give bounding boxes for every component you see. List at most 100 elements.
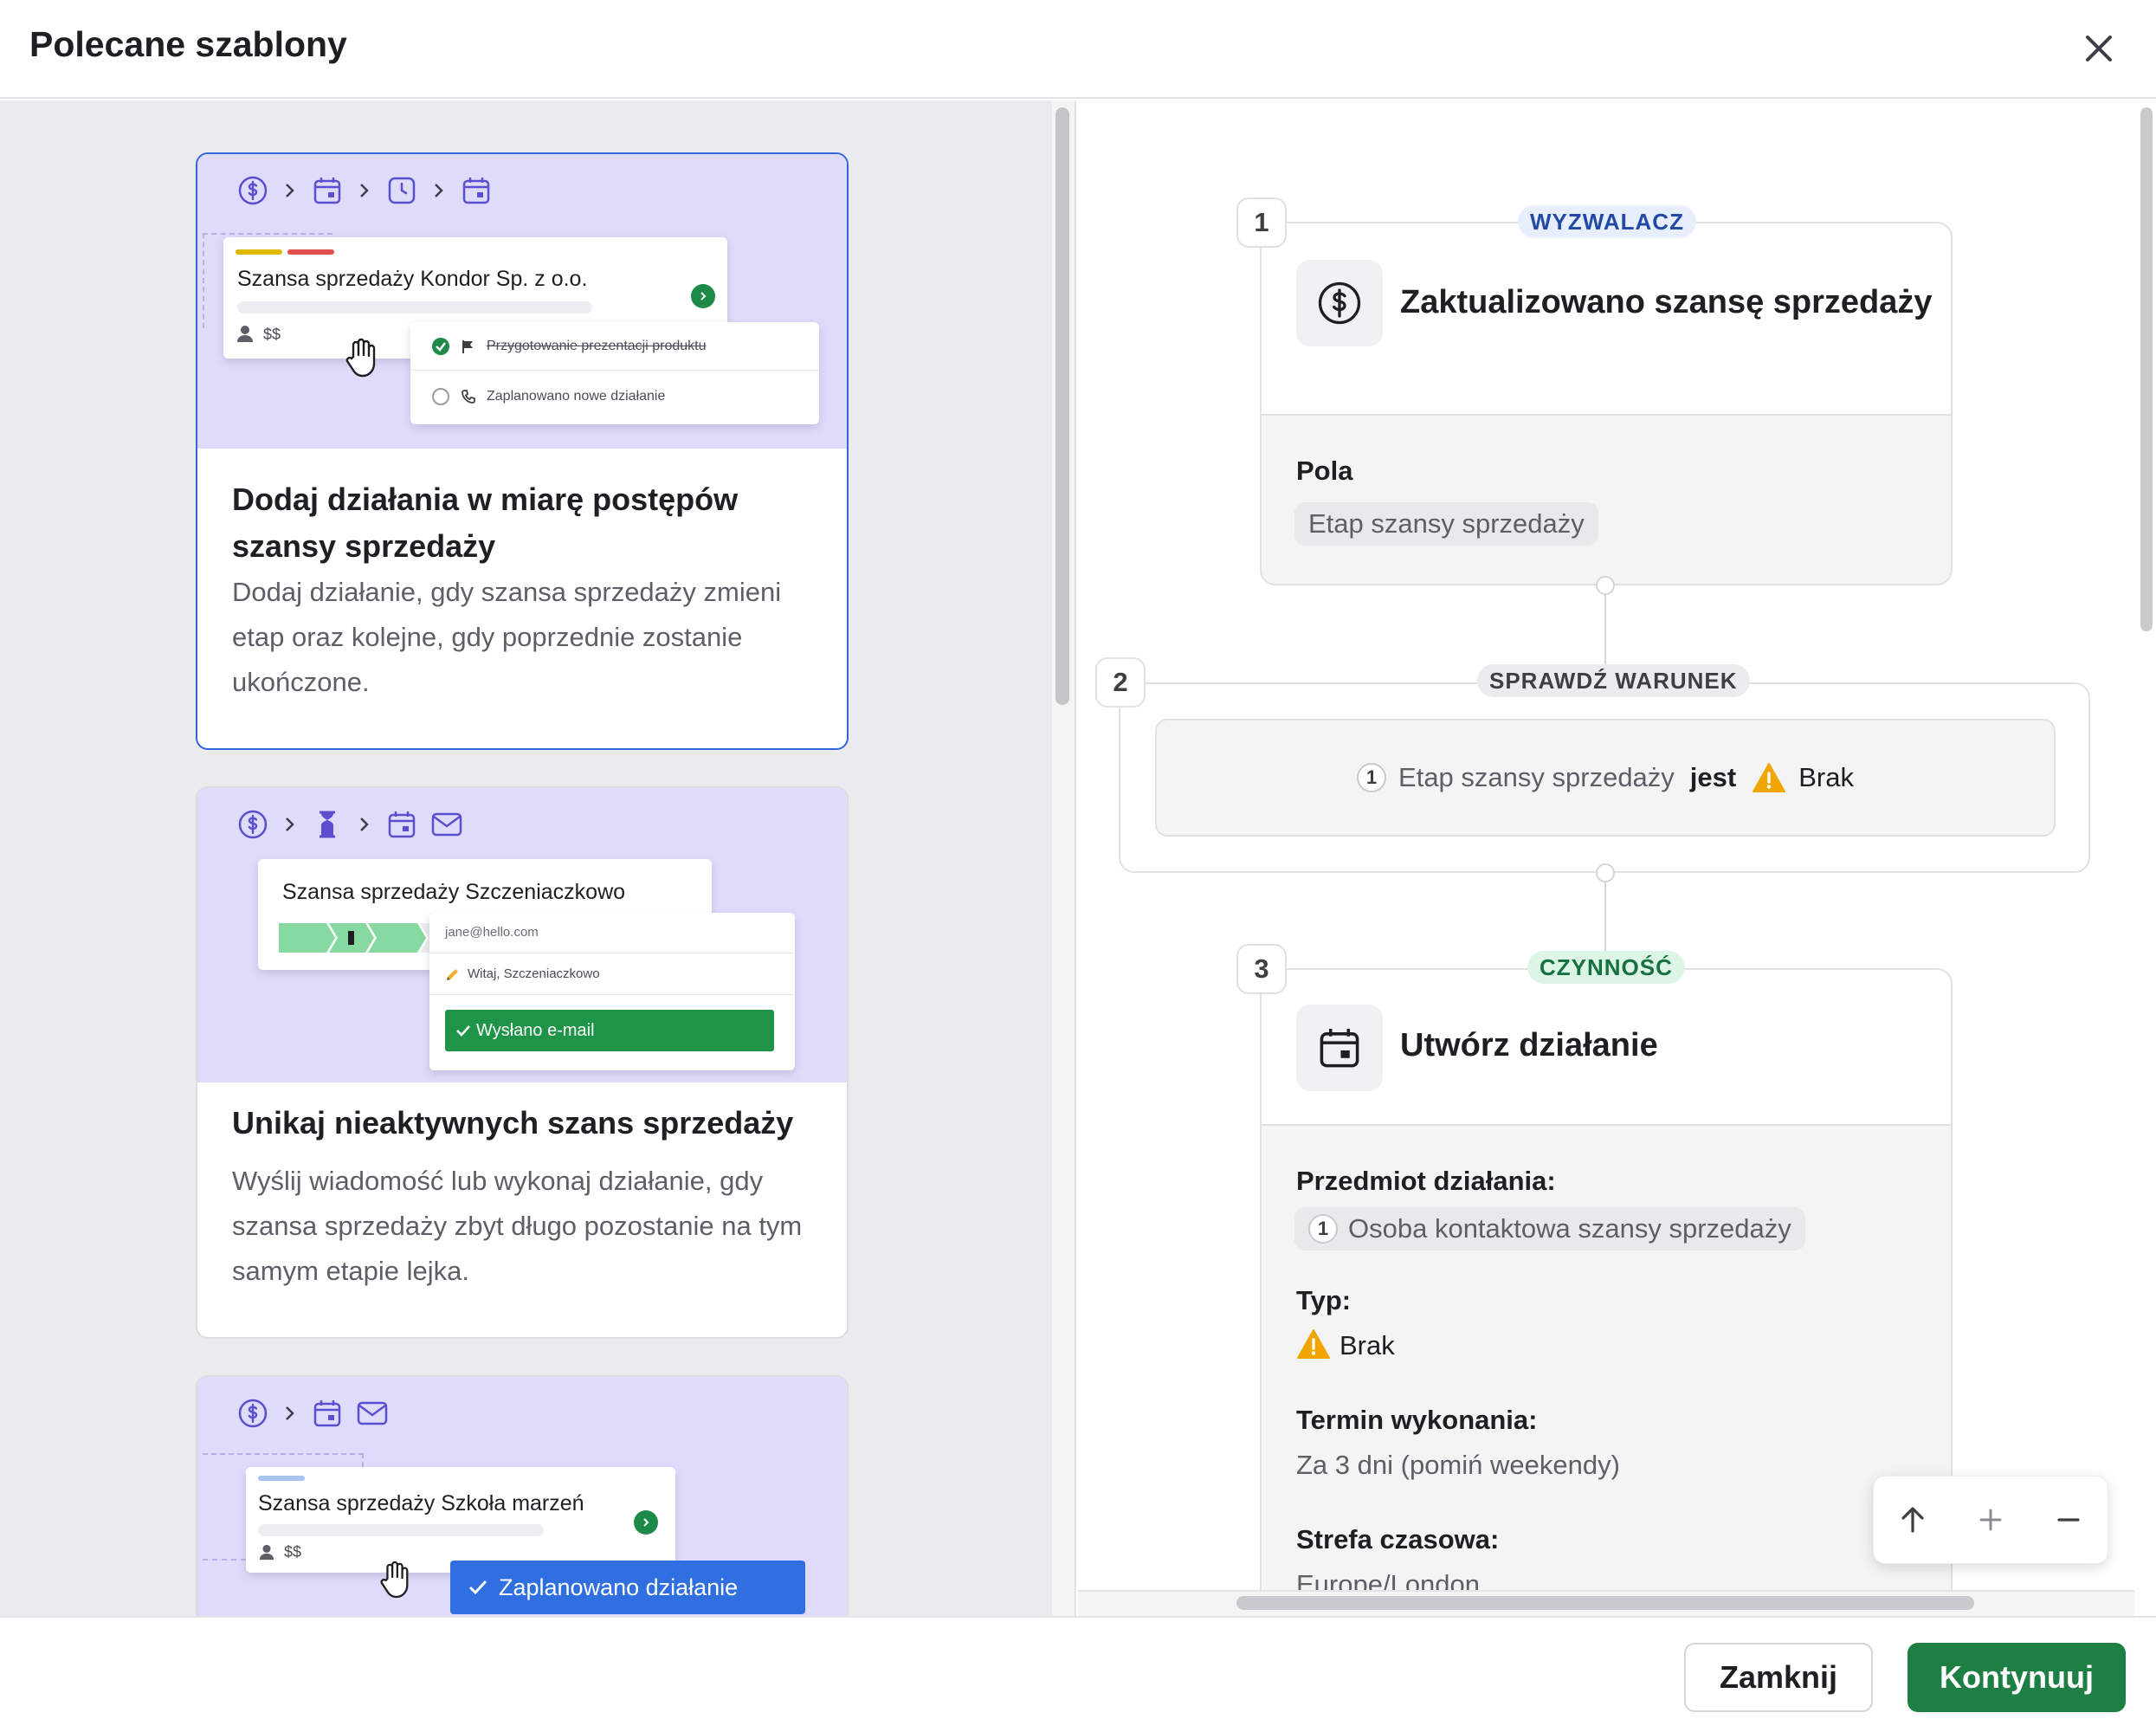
phone-icon xyxy=(462,390,475,404)
dashed-line xyxy=(203,1559,246,1561)
scheduled-banner: Zaplanowano działanie xyxy=(450,1561,805,1614)
template-title: Unikaj nieaktywnych szans sprzedaży xyxy=(232,1105,794,1141)
arrow-right-icon xyxy=(634,1510,658,1535)
due-label: Termin wykonania: xyxy=(1296,1405,1538,1435)
condition-node[interactable]: 1 Etap szansy sprzedaży jest Brak xyxy=(1119,682,2090,873)
timezone-value: Europe/London xyxy=(1296,1569,1481,1590)
connector-dot xyxy=(1596,863,1615,882)
automation-preview-canvas[interactable]: Zaktualizowano szansę sprzedaży Pola Eta… xyxy=(1078,100,2134,1590)
check-icon xyxy=(468,1580,487,1595)
type-label: Typ: xyxy=(1296,1285,1352,1315)
empty-circle-icon xyxy=(432,388,449,405)
warning-icon xyxy=(1297,1329,1330,1359)
subject-label: Przedmiot działania: xyxy=(1296,1166,1556,1196)
template-illustration: Szansa sprzedaży Kondor Sp. z o.o. $$ Pr… xyxy=(197,154,847,449)
trigger-node[interactable]: Zaktualizowano szansę sprzedaży Pola Eta… xyxy=(1260,222,1953,585)
zoom-out-button[interactable] xyxy=(2043,1494,2095,1546)
task-label: Przygotowanie prezentacji produktu xyxy=(487,338,707,353)
task-row: Przygotowanie prezentacji produktu xyxy=(410,322,819,371)
fields-label: Pola xyxy=(1296,456,1353,486)
template-illustration: Szansa sprzedaży Szkoła marzeń $$ Zaplan… xyxy=(197,1377,847,1616)
trigger-label: WYZWALACZ xyxy=(1518,205,1696,238)
condition-field: Etap szansy sprzedaży xyxy=(1398,762,1675,792)
flag-icon xyxy=(462,339,473,353)
mail-icon xyxy=(429,807,464,842)
zoom-in-button[interactable] xyxy=(1965,1494,2017,1546)
scheduled-label: Zaplanowano działanie xyxy=(499,1574,739,1600)
chevron-right-icon xyxy=(355,807,374,842)
action-label: CZYNNOŚĆ xyxy=(1527,951,1685,984)
scroll-to-top-button[interactable] xyxy=(1887,1494,1939,1546)
dollar-icon xyxy=(236,1396,270,1431)
person-icon xyxy=(259,1544,274,1561)
email-subject: Witaj, Szczeniaczkowo xyxy=(468,966,600,981)
dashed-line xyxy=(203,1453,364,1455)
task-list-preview: Przygotowanie prezentacji produktu Zapla… xyxy=(410,322,819,424)
modal-title: Polecane szablony xyxy=(29,24,347,64)
template-card-schedule-activity[interactable]: Szansa sprzedaży Szkoła marzeń $$ Zaplan… xyxy=(196,1375,849,1616)
close-icon xyxy=(2086,36,2112,61)
deal-value: $$ xyxy=(263,326,281,343)
condition-operator: jest xyxy=(1689,762,1737,792)
template-description: Dodaj działanie, gdy szansa sprzedaży zm… xyxy=(232,577,782,697)
mail-icon xyxy=(355,1396,390,1431)
trigger-fields: Pola Etap szansy sprzedaży xyxy=(1262,414,1951,584)
email-sent-banner: Wysłano e-mail xyxy=(445,1010,774,1051)
deal-name: Szansa sprzedaży Szczeniaczkowo xyxy=(282,880,626,904)
subject-chip: 1 Osoba kontaktowa szansy sprzedaży xyxy=(1294,1207,1805,1251)
minus-icon xyxy=(2057,1518,2080,1522)
subject-value: Osoba kontaktowa szansy sprzedaży xyxy=(1348,1213,1791,1244)
chevron-right-icon xyxy=(281,1396,300,1431)
connector-dot xyxy=(1596,576,1615,595)
calendar-icon xyxy=(384,807,419,842)
dollar-icon xyxy=(236,807,270,842)
person-icon xyxy=(237,326,253,342)
step-number: 1 xyxy=(1236,197,1287,248)
deal-preview-card: Szansa sprzedaży Szkoła marzeń $$ xyxy=(246,1467,675,1573)
field-chip-label: Etap szansy sprzedaży xyxy=(1308,508,1585,539)
dashed-line xyxy=(362,1453,364,1467)
action-fields: Przedmiot działania: 1 Osoba kontaktowa … xyxy=(1262,1124,1951,1590)
chevron-right-icon xyxy=(281,807,300,842)
action-icon-box xyxy=(1296,1005,1383,1091)
template-list: Szansa sprzedaży Kondor Sp. z o.o. $$ Pr… xyxy=(0,100,1052,1616)
trigger-icon-box xyxy=(1296,260,1383,346)
plus-icon xyxy=(1979,1509,2002,1531)
close-button[interactable] xyxy=(2076,26,2121,71)
calendar-icon xyxy=(310,173,345,208)
check-icon xyxy=(456,1025,470,1037)
canvas-vertical-scrollbar-thumb[interactable] xyxy=(2140,107,2153,631)
template-card-activities-progress[interactable]: Szansa sprzedaży Kondor Sp. z o.o. $$ Pr… xyxy=(196,152,849,750)
template-list-scrollbar-thumb[interactable] xyxy=(1055,107,1069,705)
step-number: 2 xyxy=(1095,657,1146,708)
step-number: 3 xyxy=(1236,944,1287,994)
timezone-label: Strefa czasowa: xyxy=(1296,1524,1500,1554)
close-modal-button[interactable]: Zamknij xyxy=(1684,1643,1873,1712)
arrow-right-icon xyxy=(691,284,715,308)
task-row: Zaplanowano nowe działanie xyxy=(410,372,819,421)
action-node[interactable]: Utwórz działanie Przedmiot działania: 1 … xyxy=(1260,968,1953,1590)
dollar-icon xyxy=(1318,281,1361,325)
pencil-icon xyxy=(447,969,458,980)
email-preview-card: jane@hello.com Witaj, Szczeniaczkowo Wys… xyxy=(429,913,795,1070)
template-card-inactive-deals[interactable]: Szansa sprzedaży Szczeniaczkowo jane@hel… xyxy=(196,786,849,1339)
deal-value: $$ xyxy=(284,1543,302,1561)
deal-name: Szansa sprzedaży Szkoła marzeń xyxy=(258,1491,584,1516)
type-value: Brak xyxy=(1339,1330,1395,1360)
check-circle-icon xyxy=(432,337,449,355)
email-sent-label: Wysłano e-mail xyxy=(476,1020,595,1040)
action-title: Utwórz działanie xyxy=(1400,1027,1658,1063)
trigger-title: Zaktualizowano szansę sprzedaży xyxy=(1400,284,1933,320)
continue-button[interactable]: Kontynuuj xyxy=(1907,1643,2126,1712)
task-label: Zaplanowano nowe działanie xyxy=(487,389,666,404)
dashed-line xyxy=(203,233,332,235)
chevron-right-icon xyxy=(281,173,300,208)
calendar-icon xyxy=(310,1396,345,1431)
canvas-horizontal-scrollbar-thumb[interactable] xyxy=(1236,1596,1974,1610)
template-steps xyxy=(236,173,494,208)
ref-number: 1 xyxy=(1357,763,1387,792)
template-steps xyxy=(236,1396,390,1431)
zoom-controls xyxy=(1873,1476,2108,1564)
due-value: Za 3 dni (pomiń weekendy) xyxy=(1296,1450,1620,1480)
modal-header: Polecane szablony xyxy=(0,0,2156,99)
